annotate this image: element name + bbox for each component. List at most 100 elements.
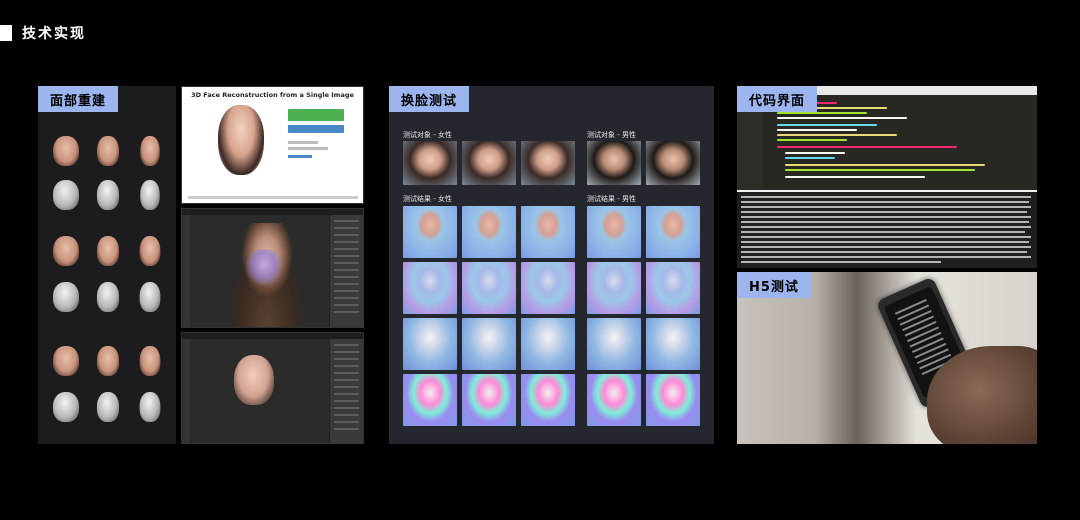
- female-subject-photo: [521, 141, 575, 185]
- blender-properties-panel: [329, 339, 363, 443]
- portrait-image: [218, 105, 264, 175]
- code-editor-screenshot: [737, 86, 1037, 268]
- code-line: [777, 146, 957, 148]
- result-image: [646, 262, 700, 314]
- console-line: [741, 251, 1027, 253]
- result-image: [587, 206, 641, 258]
- reconstruction-row-3: [48, 236, 168, 266]
- face-mesh: [53, 282, 79, 312]
- face-swap-tag: 换脸测试: [389, 86, 470, 112]
- result-image: [403, 206, 457, 258]
- result-image: [521, 318, 575, 370]
- h5-tag: H5测试: [737, 272, 811, 298]
- face-mask-overlay: [246, 249, 282, 285]
- head-3d-model: [234, 355, 274, 405]
- console-line: [741, 221, 1029, 223]
- male-subjects-label: 测试对象 - 男性: [587, 131, 636, 139]
- result-image: [587, 318, 641, 370]
- female-subject-photo: [462, 141, 516, 185]
- code-line: [777, 139, 847, 141]
- web-demo-screenshot: 3D Face Reconstruction from a Single Ima…: [181, 86, 364, 204]
- female-subjects-label: 测试对象 - 女性: [403, 131, 452, 139]
- reconstruction-row-6: [48, 392, 168, 422]
- code-line: [785, 169, 975, 171]
- code-line: [785, 157, 835, 159]
- face-photo: [53, 136, 79, 166]
- console-line: [741, 216, 1031, 218]
- option-line: [288, 155, 312, 158]
- female-subject-photo: [403, 141, 457, 185]
- result-image: [646, 374, 700, 426]
- blender-toolbar: [182, 339, 190, 443]
- result-image: [521, 262, 575, 314]
- code-line: [785, 152, 845, 154]
- face-mesh: [139, 282, 161, 312]
- male-results-label: 测试结果 - 男性: [587, 195, 636, 203]
- face-mesh: [53, 180, 79, 210]
- reconstruction-tag: 面部重建: [38, 86, 119, 112]
- blender-screenshot-2: [181, 332, 364, 444]
- console-output: [737, 190, 1037, 268]
- reconstruction-row-2: [48, 180, 168, 210]
- code-line: [785, 164, 985, 166]
- footer-text-line: [188, 196, 358, 199]
- console-line: [741, 261, 941, 263]
- code-line: [777, 124, 877, 126]
- option-line: [288, 147, 328, 150]
- console-line: [741, 196, 1031, 198]
- face-photo: [96, 346, 120, 376]
- face-mesh: [140, 180, 160, 210]
- male-subject-photo: [587, 141, 641, 185]
- code-panel: 代码界面: [737, 86, 1037, 268]
- result-image: [462, 374, 516, 426]
- upload-button: [288, 109, 344, 121]
- result-image: [587, 374, 641, 426]
- female-results-label: 测试结果 - 女性: [403, 195, 452, 203]
- result-image: [521, 206, 575, 258]
- console-line: [741, 231, 1025, 233]
- face-photo: [140, 136, 160, 166]
- code-line: [777, 117, 907, 119]
- face-mesh: [96, 392, 120, 422]
- reconstruction-row-5: [48, 346, 168, 376]
- code-line: [777, 134, 897, 136]
- web-demo-title: 3D Face Reconstruction from a Single Ima…: [191, 91, 354, 99]
- male-subject-photo: [646, 141, 700, 185]
- console-line: [741, 206, 1031, 208]
- face-photo: [53, 236, 79, 266]
- face-photo: [139, 346, 161, 376]
- reconstruction-row-1: [48, 136, 168, 166]
- result-image: [462, 262, 516, 314]
- result-image: [646, 318, 700, 370]
- code-tag: 代码界面: [737, 86, 818, 112]
- option-line: [288, 141, 318, 144]
- code-line: [785, 176, 925, 178]
- face-swap-panel: 换脸测试 测试对象 - 女性 测试对象 - 男性 测试结果 - 女性 测试结果 …: [389, 86, 714, 444]
- screenshots-panel: 3D Face Reconstruction from a Single Ima…: [181, 86, 364, 444]
- face-mesh: [139, 392, 161, 422]
- reconstruct-button: [288, 125, 344, 133]
- face-photo: [139, 236, 161, 266]
- face-mesh: [96, 282, 120, 312]
- h5-panel: H5测试: [737, 272, 1037, 444]
- blender-screenshot-1: [181, 208, 364, 328]
- code-line: [777, 112, 867, 114]
- page-title: 技术实现: [0, 24, 86, 42]
- blender-properties-panel: [329, 215, 363, 327]
- reconstruction-row-4: [48, 282, 168, 312]
- result-image: [521, 374, 575, 426]
- result-image: [646, 206, 700, 258]
- code-line: [777, 129, 857, 131]
- face-photo: [53, 346, 79, 376]
- face-photo: [96, 136, 120, 166]
- console-line: [741, 201, 1029, 203]
- result-image: [462, 206, 516, 258]
- result-image: [587, 262, 641, 314]
- face-photo: [96, 236, 120, 266]
- result-image: [403, 318, 457, 370]
- console-line: [741, 246, 1031, 248]
- result-image: [403, 374, 457, 426]
- console-line: [741, 236, 1031, 238]
- face-mesh: [53, 392, 79, 422]
- console-line: [741, 211, 1027, 213]
